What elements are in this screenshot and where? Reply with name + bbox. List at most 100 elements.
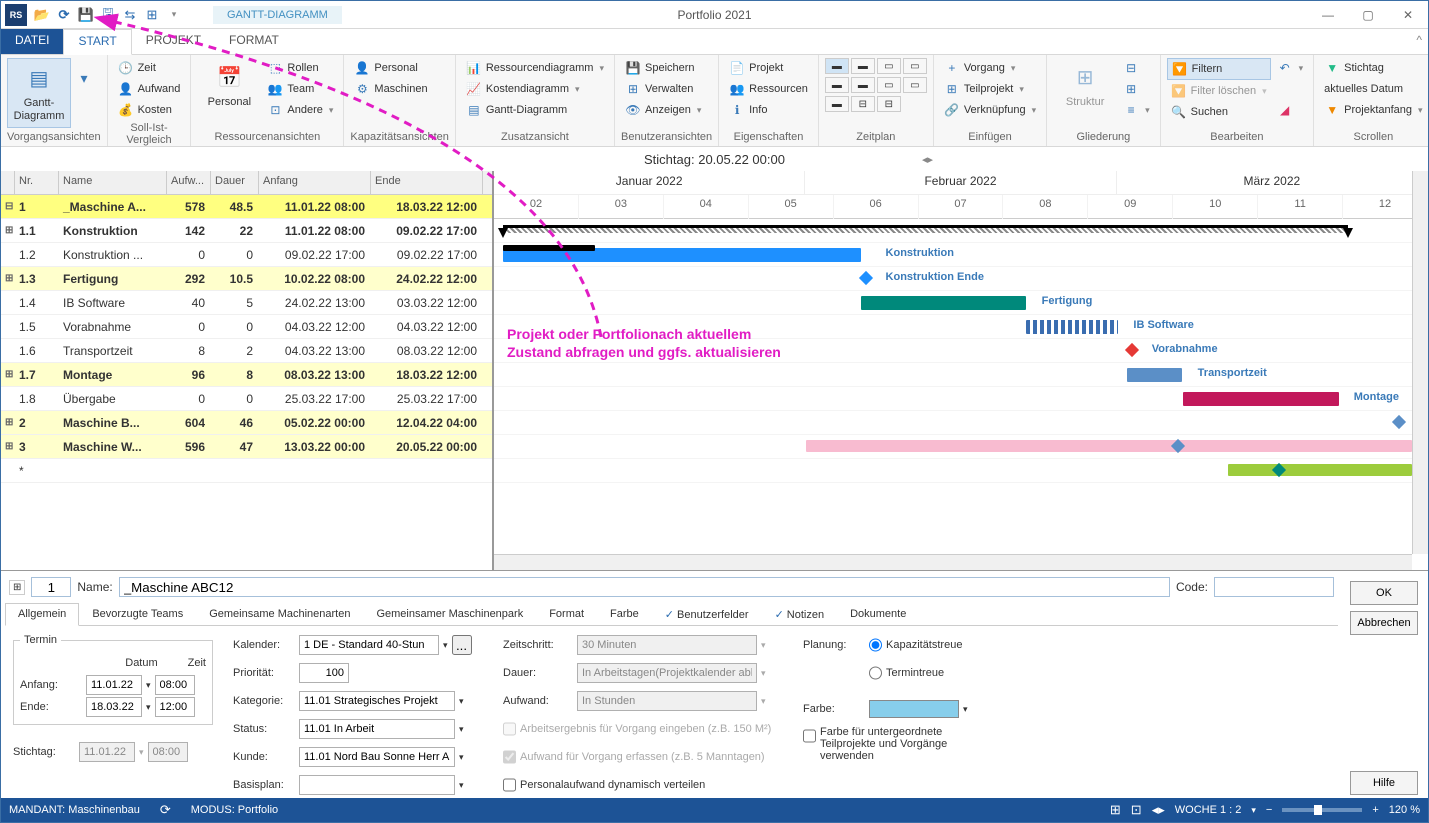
kapazitaet-personal-button[interactable]: 👤Personal <box>350 58 431 78</box>
stichtag-scroll-button[interactable]: ▼Stichtag <box>1320 58 1426 78</box>
chk-dynamisch[interactable] <box>503 775 516 795</box>
kalender-more[interactable]: ... <box>452 635 472 655</box>
anzeigen-button[interactable]: 👁Anzeigen▾ <box>621 100 705 120</box>
col-ende[interactable]: Ende <box>371 171 483 194</box>
zoom-slider[interactable] <box>1282 808 1362 812</box>
link-row-1[interactable]: ▬▬▭▭ <box>825 58 927 74</box>
eraser-button[interactable]: ◢ <box>1273 100 1308 120</box>
verknuepfung-button[interactable]: 🔗Verknüpfung▾ <box>940 100 1040 120</box>
col-dauer[interactable]: Dauer <box>211 171 259 194</box>
qat-dropdown-icon[interactable]: ▾ <box>165 6 183 24</box>
aktuelles-datum-button[interactable]: aktuelles Datum <box>1320 79 1426 99</box>
filtern-button[interactable]: 🔽Filtern <box>1167 58 1271 80</box>
table-row[interactable]: ⊞3Maschine W...5964713.03.22 00:0020.05.… <box>1 435 492 459</box>
table-row[interactable]: ⊞1.1Konstruktion1422211.01.22 08:0009.02… <box>1 219 492 243</box>
table-row[interactable]: 1.2Konstruktion ...0009.02.22 17:0009.02… <box>1 243 492 267</box>
vorgang-more-button[interactable]: ▾ <box>73 58 95 128</box>
table-row[interactable]: ⊞1.3Fertigung29210.510.02.22 08:0024.02.… <box>1 267 492 291</box>
gantt-row[interactable] <box>494 435 1428 459</box>
refresh-icon[interactable]: ⟳ <box>55 6 73 24</box>
personal-button[interactable]: 📅Personal <box>197 58 261 120</box>
detail-tab[interactable]: ✓Notizen <box>762 603 838 626</box>
status-field[interactable] <box>299 719 455 739</box>
gantt-row[interactable] <box>494 411 1428 435</box>
link-row-2[interactable]: ▬▬▭▭ <box>825 77 927 93</box>
gantt-row[interactable] <box>494 219 1428 243</box>
horizontal-scrollbar[interactable] <box>494 554 1412 570</box>
undo-button[interactable]: ↶▾ <box>1273 58 1308 78</box>
table-row[interactable]: 1.6Transportzeit8204.03.22 13:0008.03.22… <box>1 339 492 363</box>
cancel-button[interactable]: Abbrechen <box>1350 611 1418 635</box>
gantt-diagramm-button[interactable]: ▤ Gantt-Diagramm <box>7 58 71 128</box>
gantt-row[interactable]: IB Software <box>494 315 1428 339</box>
col-anfang[interactable]: Anfang <box>259 171 371 194</box>
gantt-row[interactable]: Konstruktion Ende <box>494 267 1428 291</box>
zusatz-gantt-button[interactable]: ▤Gantt-Diagramm <box>462 100 608 120</box>
kunde-field[interactable] <box>299 747 455 767</box>
basisplan-field[interactable] <box>299 775 455 795</box>
table-row[interactable]: 1.8Übergabe0025.03.22 17:0025.03.22 17:0… <box>1 387 492 411</box>
andere-button[interactable]: ⊡Andere▾ <box>263 100 337 120</box>
color-swatch[interactable] <box>869 700 959 718</box>
maschinen-button[interactable]: ⚙Maschinen <box>350 79 431 99</box>
detail-tab[interactable]: ✓Benutzerfelder <box>652 603 762 626</box>
table-row[interactable]: * <box>1 459 492 483</box>
col-nr[interactable]: Nr. <box>15 171 59 194</box>
anfang-datum[interactable] <box>86 675 142 695</box>
zeit-button[interactable]: 🕒Zeit <box>114 58 185 78</box>
projektanfang-button[interactable]: ▼Projektanfang▾ <box>1320 100 1426 120</box>
tab-projekt[interactable]: PROJEKT <box>132 29 215 54</box>
detail-tab[interactable]: Farbe <box>597 603 652 626</box>
save-icon[interactable]: 💾 <box>77 6 95 24</box>
table-row[interactable]: 1.5Vorabnahme0004.03.22 12:0004.03.22 12… <box>1 315 492 339</box>
table-row[interactable]: ⊞1.7Montage96808.03.22 13:0018.03.22 12:… <box>1 363 492 387</box>
kalender-field[interactable] <box>299 635 439 655</box>
detail-tab[interactable]: Bevorzugte Teams <box>79 603 196 626</box>
status-icon2[interactable]: ⊡ <box>1131 802 1142 818</box>
tab-format[interactable]: FORMAT <box>215 29 293 54</box>
ressourcen-prop-button[interactable]: 👥Ressourcen <box>725 79 812 99</box>
table-row[interactable]: ⊞2Maschine B...6044605.02.22 00:0012.04.… <box>1 411 492 435</box>
detail-tab[interactable]: Dokumente <box>837 603 919 626</box>
maximize-button[interactable]: ▢ <box>1348 1 1388 29</box>
verwalten-button[interactable]: ⊞Verwalten <box>621 79 705 99</box>
ressourcendiagramm-button[interactable]: 📊Ressourcendiagramm▾ <box>462 58 608 78</box>
detail-tab[interactable]: Format <box>536 603 597 626</box>
suchen-button[interactable]: 🔍Suchen <box>1167 102 1271 122</box>
gantt-row[interactable]: Montage <box>494 387 1428 411</box>
radio-kapazitaet[interactable] <box>869 635 882 655</box>
kategorie-field[interactable] <box>299 691 455 711</box>
chk-farbe-sub[interactable] <box>803 726 816 746</box>
save-as-icon[interactable]: 🖫 <box>99 6 117 24</box>
detail-tab[interactable]: Allgemein <box>5 603 79 626</box>
table-row[interactable]: 1.4IB Software40524.02.22 13:0003.03.22 … <box>1 291 492 315</box>
detail-tab[interactable]: Gemeinsame Machinenarten <box>196 603 363 626</box>
gantt-row[interactable]: Konstruktion <box>494 243 1428 267</box>
aufwand-button[interactable]: 👤Aufwand <box>114 79 185 99</box>
code-field[interactable] <box>1214 577 1334 597</box>
g-btn-3[interactable]: ≡▾ <box>1119 100 1154 120</box>
table-row[interactable]: ⊟1_Maschine A...57848.511.01.22 08:0018.… <box>1 195 492 219</box>
detail-tab[interactable]: Gemeinsamer Maschinenpark <box>363 603 536 626</box>
g-btn-2[interactable]: ⊞ <box>1119 79 1154 99</box>
gantt-body[interactable]: KonstruktionKonstruktion EndeFertigungIB… <box>494 219 1428 483</box>
zoom-in-button[interactable]: + <box>1372 804 1378 816</box>
kosten-button[interactable]: 💰Kosten <box>114 100 185 120</box>
status-icon3[interactable]: ◂▸ <box>1152 802 1165 818</box>
vertical-scrollbar[interactable] <box>1412 171 1428 554</box>
nav-first-icon[interactable]: ⊞ <box>9 580 25 595</box>
speichern-button[interactable]: 💾Speichern <box>621 58 705 78</box>
vorgang-button[interactable]: +Vorgang▾ <box>940 58 1040 78</box>
name-field[interactable] <box>119 577 1170 597</box>
status-icon1[interactable]: ⊞ <box>1110 802 1121 818</box>
gantt-row[interactable]: Fertigung <box>494 291 1428 315</box>
col-aufw[interactable]: Aufw... <box>167 171 211 194</box>
id-field[interactable] <box>31 577 71 597</box>
anfang-zeit[interactable] <box>155 675 195 695</box>
gantt-row[interactable]: Transportzeit <box>494 363 1428 387</box>
ok-button[interactable]: OK <box>1350 581 1418 605</box>
gantt-row[interactable] <box>494 459 1428 483</box>
prioritaet-field[interactable] <box>299 663 349 683</box>
ende-datum[interactable] <box>86 697 142 717</box>
rollen-button[interactable]: ⬚Rollen <box>263 58 337 78</box>
